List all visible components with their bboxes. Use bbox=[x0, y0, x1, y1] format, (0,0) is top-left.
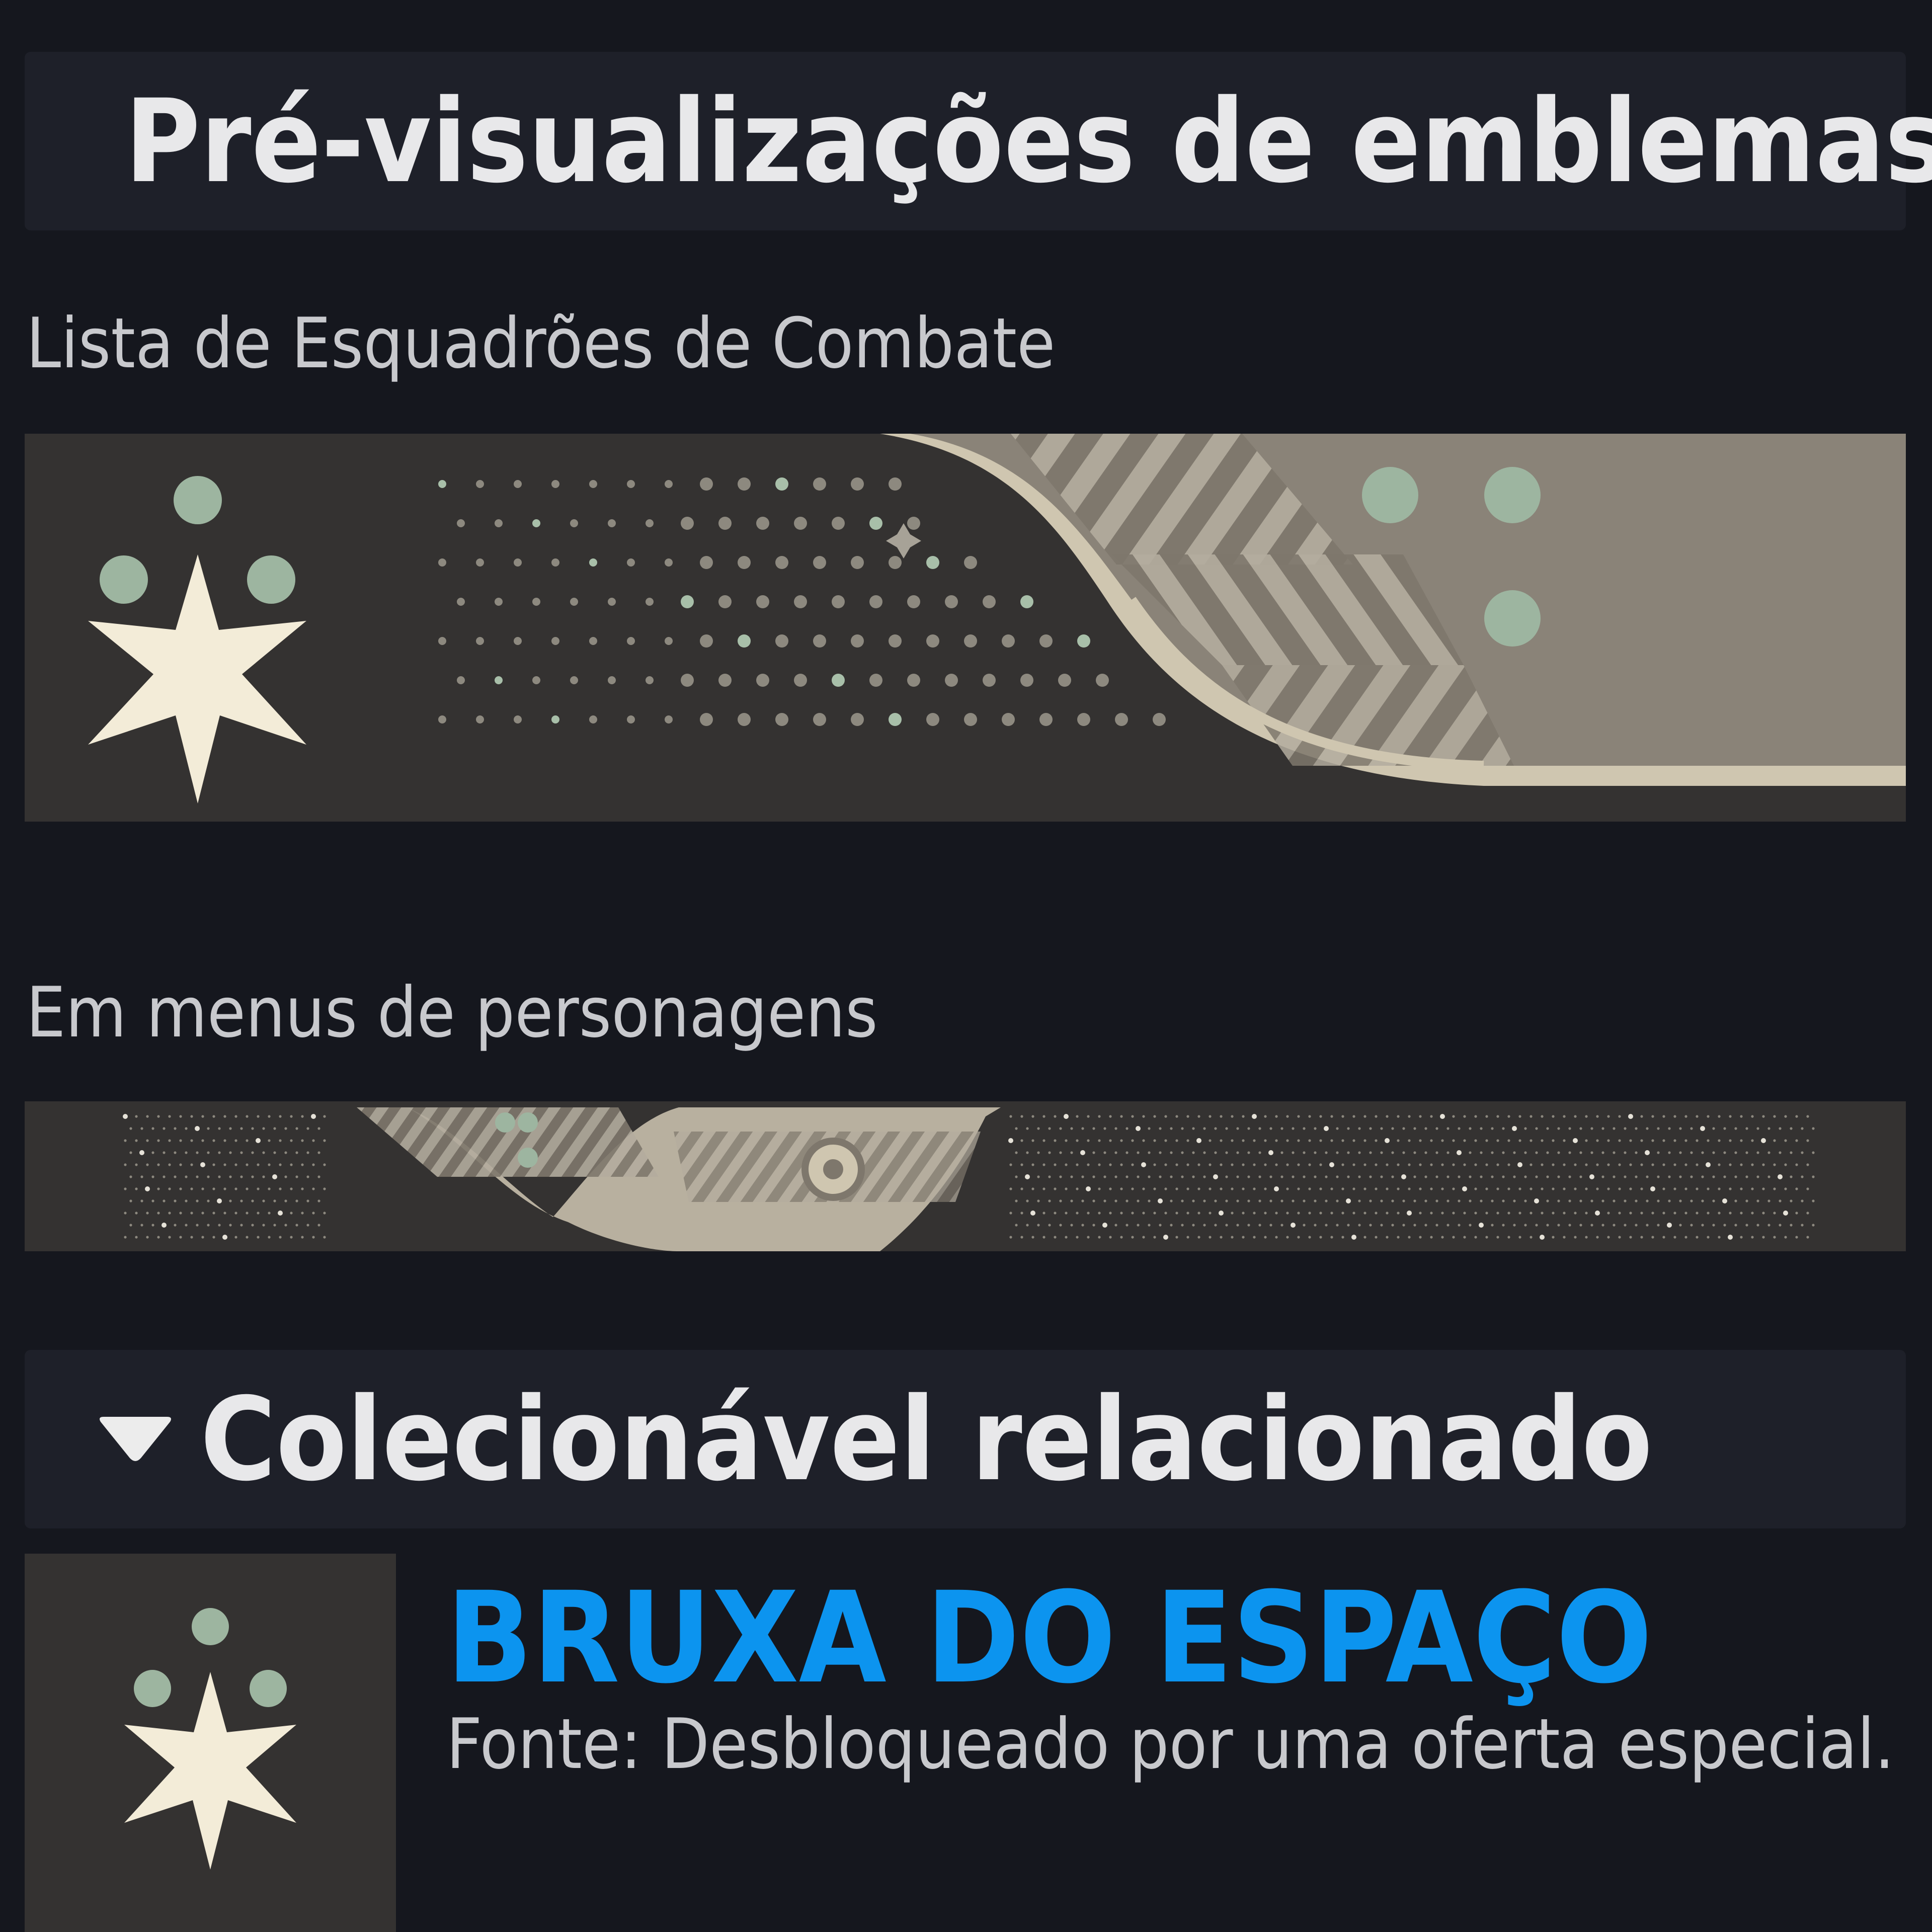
section-header-related-collectible[interactable]: Colecionável relacionado bbox=[25, 1350, 1906, 1528]
roster-label: Lista de Esquadrões de Combate bbox=[26, 303, 1056, 384]
collectible-source: Fonte: Desbloqueado por uma oferta espec… bbox=[446, 1704, 1895, 1785]
caret-down-icon bbox=[100, 1416, 171, 1461]
emblem-banner-large bbox=[25, 434, 1906, 822]
section-title: Colecionável relacionado bbox=[200, 1372, 1653, 1506]
collectible-name: BRUXA DO ESPAÇO bbox=[446, 1565, 1652, 1711]
character-menu-label: Em menus de personagens bbox=[26, 972, 878, 1053]
emblem-banner-thin bbox=[25, 1101, 1906, 1251]
collectible-emblem-icon[interactable] bbox=[25, 1554, 396, 1932]
section-header-emblem-previews[interactable]: Pré-visualizações de emblemas bbox=[25, 52, 1932, 230]
section-title: Pré-visualizações de emblemas bbox=[125, 74, 1932, 208]
